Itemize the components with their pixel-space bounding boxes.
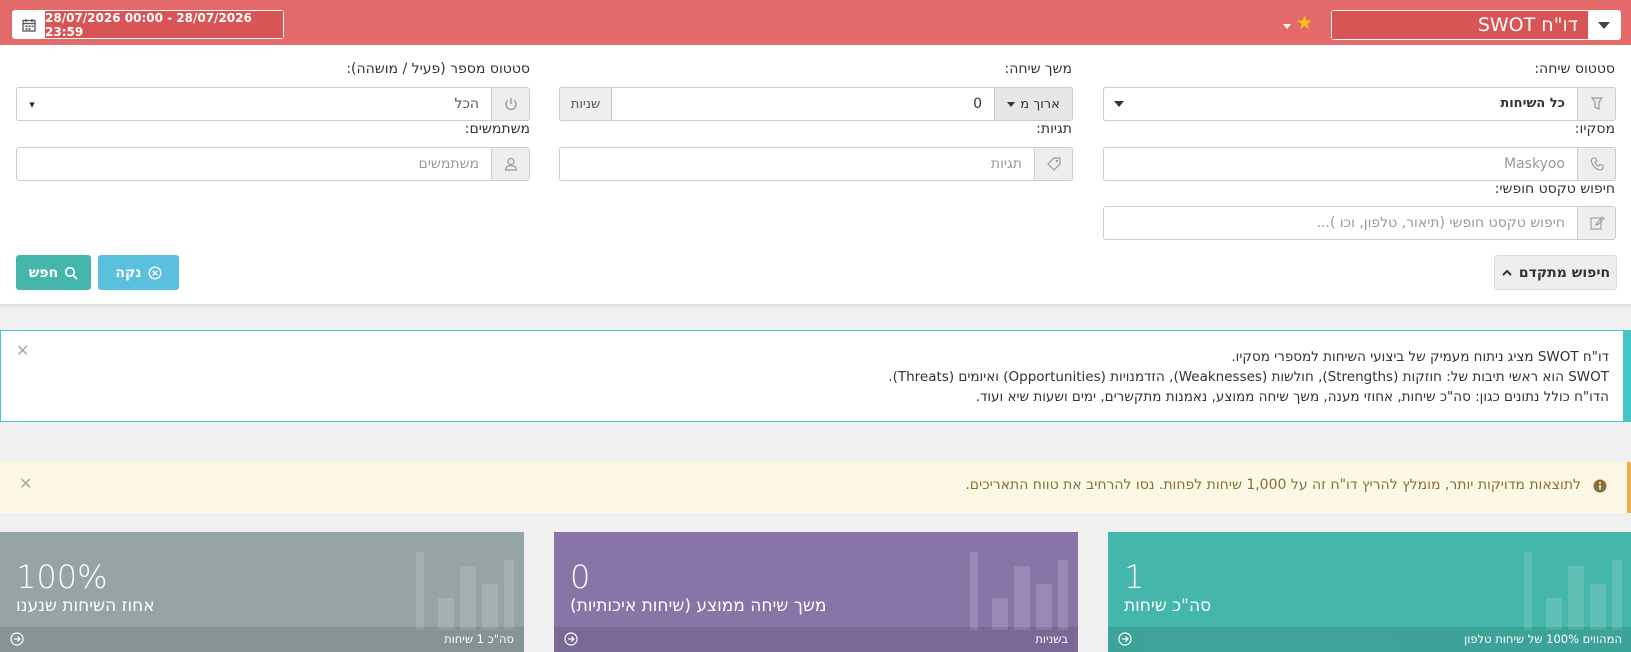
number-status-label: סטטוס מספר (פעיל / מושהה):: [346, 61, 530, 77]
info-line-1: דו"ח SWOT מציג ניתוח מעמיק של ביצועי השי…: [1231, 349, 1609, 365]
search-label: חפש: [28, 264, 59, 281]
duration-unit: שניות: [560, 88, 612, 120]
filter-icon: [1577, 88, 1615, 120]
call-status-value: כל השיחות: [1500, 96, 1565, 111]
kpi-footer-text: סה"כ 1 שיחות: [444, 632, 514, 646]
info-line-3: הדו"ח כולל נתונים כגון: סה"כ שיחות, אחוז…: [975, 389, 1609, 405]
info-line-2: SWOT הוא ראשי תיבות של: חוזקות (Strength…: [888, 369, 1609, 385]
kpi-card-avg-duration[interactable]: 0 משך שיחה ממוצע (שיחות איכותיות) בשניות: [554, 532, 1078, 652]
kpi-value: 0: [570, 558, 591, 596]
bar-chart-icon: [416, 552, 514, 630]
edit-icon: [1577, 207, 1615, 239]
call-status-select[interactable]: כל השיחות: [1103, 87, 1616, 121]
tags-placeholder: תגיות: [990, 156, 1022, 172]
calendar-icon: [13, 11, 45, 38]
kpi-value: 100%: [16, 558, 108, 596]
call-duration-group: ארוך מ 0 שניות: [559, 87, 1073, 121]
kpi-footer-text: המהווים 100% של שיחות טלפון: [1464, 632, 1622, 646]
search-icon: [65, 266, 78, 280]
caret-down-icon: [1007, 101, 1016, 107]
users-label: משתמשים:: [464, 121, 530, 137]
maskyoo-label: מסקיו:: [1574, 121, 1615, 137]
info-icon: [1593, 478, 1607, 497]
maskyoo-input[interactable]: Maskyoo: [1103, 147, 1616, 181]
star-icon[interactable]: ★: [1296, 13, 1313, 33]
call-duration-input[interactable]: 0: [612, 88, 994, 120]
free-text-input[interactable]: חיפוש טקסט חופשי (תיאור, טלפון, וכו )...: [1103, 206, 1616, 240]
favorites-caret-icon[interactable]: [1283, 24, 1291, 29]
search-panel: סטטוס שיחה: משך שיחה: סטטוס מספר (פעיל /…: [0, 45, 1631, 305]
phone-icon: [1577, 148, 1615, 180]
maskyoo-placeholder: Maskyoo: [1504, 156, 1565, 172]
kpi-footer: סה"כ 1 שיחות: [0, 627, 524, 652]
info-alert-text: דו"ח SWOT מציג ניתוח מעמיק של ביצועי השי…: [888, 347, 1609, 407]
power-icon: [491, 88, 529, 120]
arrow-circle-icon[interactable]: [564, 632, 578, 646]
report-select[interactable]: דו"ח SWOT: [1331, 10, 1621, 40]
warning-alert-text: לתוצאות מדויקות יותר, מומלץ להריץ דו"ח ז…: [965, 477, 1581, 493]
kpi-card-total-calls[interactable]: 1 סה"כ שיחות המהווים 100% של שיחות טלפון: [1108, 532, 1631, 652]
bar-chart-icon: [1524, 552, 1622, 630]
top-header: דו"ח SWOT ★ 28/07/2026 00:00 - 28/07/202…: [0, 0, 1631, 45]
number-status-select[interactable]: הכל ▾: [16, 87, 530, 121]
clear-button[interactable]: נקה: [98, 255, 179, 290]
clear-label: נקה: [115, 264, 142, 281]
date-range-button[interactable]: 28/07/2026 00:00 - 28/07/2026 23:59: [12, 10, 284, 39]
kpi-label: סה"כ שיחות: [1124, 596, 1212, 616]
chevron-down-icon[interactable]: [1588, 11, 1620, 39]
search-button[interactable]: חפש: [16, 255, 91, 290]
duration-operator-label: ארוך מ: [1020, 96, 1060, 112]
kpi-footer-text: בשניות: [1035, 632, 1068, 646]
caret-down-icon: [1104, 88, 1134, 120]
close-icon[interactable]: ✕: [16, 341, 29, 360]
user-icon: [491, 148, 529, 180]
arrow-circle-icon[interactable]: [1118, 632, 1132, 646]
number-status-value: הכל: [454, 96, 479, 112]
free-text-placeholder: חיפוש טקסט חופשי (תיאור, טלפון, וכו )...: [1316, 215, 1565, 231]
free-text-label: חיפוש טקסט חופשי:: [1494, 181, 1615, 197]
close-icon[interactable]: ✕: [19, 474, 32, 493]
advanced-search-button[interactable]: חיפוש מתקדם: [1494, 255, 1617, 290]
chevron-up-icon: [1502, 269, 1512, 276]
kpi-footer: המהווים 100% של שיחות טלפון: [1108, 627, 1631, 652]
kpi-card-answer-rate[interactable]: 100% אחוז השיחות שנענו סה"כ 1 שיחות: [0, 532, 524, 652]
kpi-value: 1: [1124, 558, 1145, 596]
tag-icon: [1034, 148, 1072, 180]
call-status-label: סטטוס שיחה:: [1534, 61, 1615, 77]
clear-circle-icon: [148, 265, 162, 280]
info-alert: דו"ח SWOT מציג ניתוח מעמיק של ביצועי השי…: [0, 330, 1631, 422]
users-input[interactable]: משתמשים: [16, 147, 530, 181]
report-title: דו"ח SWOT: [1332, 11, 1588, 39]
advanced-search-label: חיפוש מתקדם: [1518, 264, 1611, 281]
date-range-text: 28/07/2026 00:00 - 28/07/2026 23:59: [45, 11, 283, 39]
kpi-label: אחוז השיחות שנענו: [16, 596, 155, 616]
chevron-down-icon: ▾: [29, 97, 35, 111]
call-duration-label: משך שיחה:: [1004, 61, 1072, 77]
kpi-footer: בשניות: [554, 627, 1078, 652]
kpi-label: משך שיחה ממוצע (שיחות איכותיות): [570, 596, 827, 616]
bar-chart-icon: [970, 552, 1068, 630]
users-placeholder: משתמשים: [418, 156, 479, 172]
warning-alert: לתוצאות מדויקות יותר, מומלץ להריץ דו"ח ז…: [0, 462, 1631, 513]
tags-input[interactable]: תגיות: [559, 147, 1073, 181]
arrow-circle-icon[interactable]: [10, 632, 24, 646]
duration-operator-button[interactable]: ארוך מ: [994, 88, 1072, 120]
tags-label: תגיות:: [1036, 121, 1072, 137]
